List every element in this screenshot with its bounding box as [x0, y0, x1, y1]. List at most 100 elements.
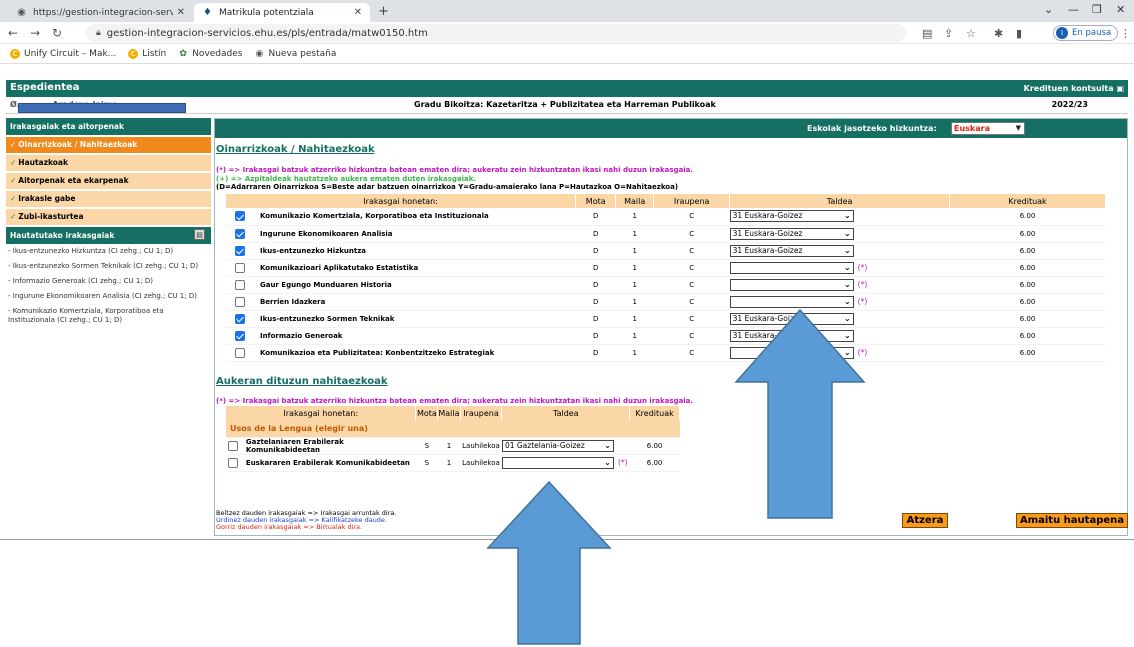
- group-select[interactable]: ⌄: [501, 456, 614, 469]
- mota-cell: D: [575, 276, 616, 294]
- mota-cell: S: [415, 437, 438, 455]
- iraupena-cell: C: [653, 327, 730, 345]
- iraupena-cell: Lauhilekoa: [460, 437, 502, 455]
- sidebar-item-hautazkoak[interactable]: ✓ Hautazkoak: [6, 155, 211, 171]
- bookmark-item[interactable]: c Listín: [128, 48, 166, 59]
- browser-tab-bar: ◉ https://gestion-integracion-servi ✕ ♦ …: [0, 0, 1134, 22]
- bookmark-item[interactable]: c Unify Circuit – Mak...: [10, 48, 116, 59]
- profile-button[interactable]: I En pausa: [1053, 25, 1119, 41]
- table-row: Ikus-entzunezko Hizkuntza D 1 C 31 Euskara-G…: [226, 242, 1106, 260]
- selected-subject: - Komunikazio Komertziala, Korporatiboa …: [8, 307, 164, 324]
- group-select[interactable]: 31 Euskara-Goizez ⌄: [729, 244, 854, 257]
- selected-subject: - Informazio Generoak (CI zehg.; CU 1; D…: [8, 277, 154, 285]
- iraupena-cell: C: [653, 276, 730, 294]
- browser-tab-active[interactable]: ♦ Matrikula potentziala ✕: [194, 3, 370, 22]
- lock-icon: 🔒︎: [96, 28, 101, 38]
- name-cell: Komunikazioari Aplikatutako Estatistika: [253, 259, 576, 277]
- subject-checkbox[interactable]: [234, 330, 245, 341]
- back-icon[interactable]: ←: [8, 26, 18, 40]
- group-select[interactable]: 31 Euskara-Goizez ⌄: [729, 210, 854, 223]
- bookmark-item[interactable]: ◉ Nueva pestaña: [254, 48, 337, 59]
- maila-cell: 1: [615, 344, 654, 362]
- sidebar: Irakasgaiak eta aitorpenak ✓ Oinarrizkoak…: [6, 118, 211, 328]
- name-cell: Berrien Idazkera: [253, 293, 576, 311]
- foreign-language-marker: (*): [857, 296, 868, 306]
- subject-checkbox[interactable]: [234, 262, 245, 273]
- subject-checkbox[interactable]: [234, 296, 245, 307]
- sidebar-item-aitorpenak[interactable]: ✓ Aitorpenak eta ekarpenak: [6, 173, 211, 189]
- credit-query-link[interactable]: Kredituen kontsulta ▣: [1024, 84, 1124, 93]
- subject-checkbox[interactable]: [234, 347, 245, 358]
- extensions-icon[interactable]: ✱: [994, 27, 1003, 40]
- close-icon[interactable]: ✕: [354, 7, 362, 18]
- foreign-language-marker: (*): [617, 457, 628, 467]
- group-select[interactable]: ⌄: [729, 261, 854, 274]
- finish-selection-button[interactable]: Amaitu hautapena: [1016, 513, 1128, 528]
- restore-icon[interactable]: ❐: [1092, 3, 1102, 16]
- subject-checkbox[interactable]: [234, 279, 245, 290]
- globe-icon: ◉: [17, 7, 26, 18]
- url-input[interactable]: 🔒︎ gestion-integracion-servicios.ehu.es/…: [86, 24, 906, 42]
- selected-subject: - Ingurune Ekonomikoaren Analisia (CI ze…: [8, 292, 197, 300]
- subject-checkbox[interactable]: [234, 211, 245, 222]
- browser-tab[interactable]: ◉ https://gestion-integracion-servi ✕: [8, 3, 193, 22]
- arrow-up-annotation: [734, 308, 866, 519]
- sidebar-item-oinarrizkoak[interactable]: ✓ Oinarrizkoak / Nahitaezkoak: [6, 137, 211, 153]
- name-cell: Euskararen Erabilerak Komunikabideetan: [239, 454, 416, 472]
- group-select[interactable]: ⌄: [729, 295, 854, 308]
- group-select[interactable]: 01 Gaztelania-Goizez ⌄: [501, 439, 614, 452]
- maila-cell: 1: [615, 276, 654, 294]
- group-cell: ⌄ (*): [729, 276, 950, 294]
- window-close-icon[interactable]: ✕: [1116, 3, 1125, 16]
- column-header: Maila: [615, 194, 655, 208]
- subject-checkbox[interactable]: [234, 245, 245, 256]
- mota-cell: D: [575, 344, 616, 362]
- globe-icon: ◉: [255, 48, 264, 59]
- name-cell: Gaur Egungo Munduaren Historia: [253, 276, 576, 294]
- sidebar-item-irakasle-gabe[interactable]: ✓ Irakasle gabe: [6, 191, 211, 207]
- menu-icon[interactable]: ⋮: [1120, 27, 1131, 40]
- minimize-icon[interactable]: —: [1068, 3, 1079, 16]
- tab-title: https://gestion-integracion-servi: [33, 7, 173, 18]
- bookmarks-bar: c Unify Circuit – Mak... c Listín ✿ Nove…: [0, 44, 1134, 64]
- star-icon[interactable]: ☆: [966, 27, 976, 40]
- subject-checkbox[interactable]: [234, 313, 245, 324]
- subject-checkbox[interactable]: [227, 457, 238, 468]
- group-row: Usos de la Lengua (elegir una): [226, 420, 680, 438]
- table-row: Euskararen Erabilerak Komunikabideetan S 1…: [226, 454, 680, 472]
- bookmark-item[interactable]: ✿ Novedades: [178, 49, 242, 59]
- chevron-down-icon: ⌄: [843, 245, 851, 255]
- sidepanel-icon[interactable]: ▮: [1016, 27, 1022, 40]
- group-select[interactable]: ⌄: [729, 278, 854, 291]
- group-cell: ⌄ (*): [729, 259, 950, 277]
- subject-checkbox[interactable]: [234, 228, 245, 239]
- column-header: Iraupena: [460, 406, 503, 420]
- close-icon[interactable]: ✕: [177, 7, 185, 18]
- forward-icon[interactable]: →: [30, 26, 40, 40]
- subject-checkbox[interactable]: [227, 440, 238, 451]
- column-header: Iraupena: [653, 194, 731, 208]
- redaction-box: [18, 103, 186, 113]
- group-cell: 31 Euskara-Goizez ⌄: [729, 208, 950, 226]
- column-header: Mota: [415, 406, 439, 420]
- chevron-down-icon[interactable]: ⌄: [1044, 3, 1053, 16]
- checkbox-cell: [226, 208, 254, 226]
- table-row: Ikus-entzunezko Sormen Teknikak D 1 C 31 Eus…: [226, 310, 1106, 328]
- share-icon[interactable]: ⇪: [944, 27, 953, 40]
- translate-icon[interactable]: ▤: [922, 27, 932, 40]
- back-button[interactable]: Atzera: [902, 513, 948, 528]
- group-select[interactable]: 31 Euskara-Goizez ⌄: [729, 227, 854, 240]
- language-select[interactable]: Euskara ▼: [951, 122, 1025, 135]
- kredituak-cell: 6.00: [629, 454, 680, 472]
- column-header: Irakasgai honetan:: [226, 406, 417, 420]
- print-icon[interactable]: ▤: [194, 229, 205, 240]
- mota-cell: D: [575, 208, 616, 226]
- reload-icon[interactable]: ↻: [52, 26, 62, 40]
- sidebar-item-zubi-ikasturtea[interactable]: ✓ Zubi-ikasturtea: [6, 209, 211, 225]
- group-label: Usos de la Lengua (elegir una): [226, 420, 680, 438]
- iraupena-cell: C: [653, 208, 730, 226]
- new-tab-icon[interactable]: +: [378, 4, 389, 19]
- checkbox-cell: [226, 293, 254, 311]
- maila-cell: 1: [615, 327, 654, 345]
- optional-subjects-table: Irakasgai honetan: Mota Maila Iraupena T…: [226, 406, 680, 472]
